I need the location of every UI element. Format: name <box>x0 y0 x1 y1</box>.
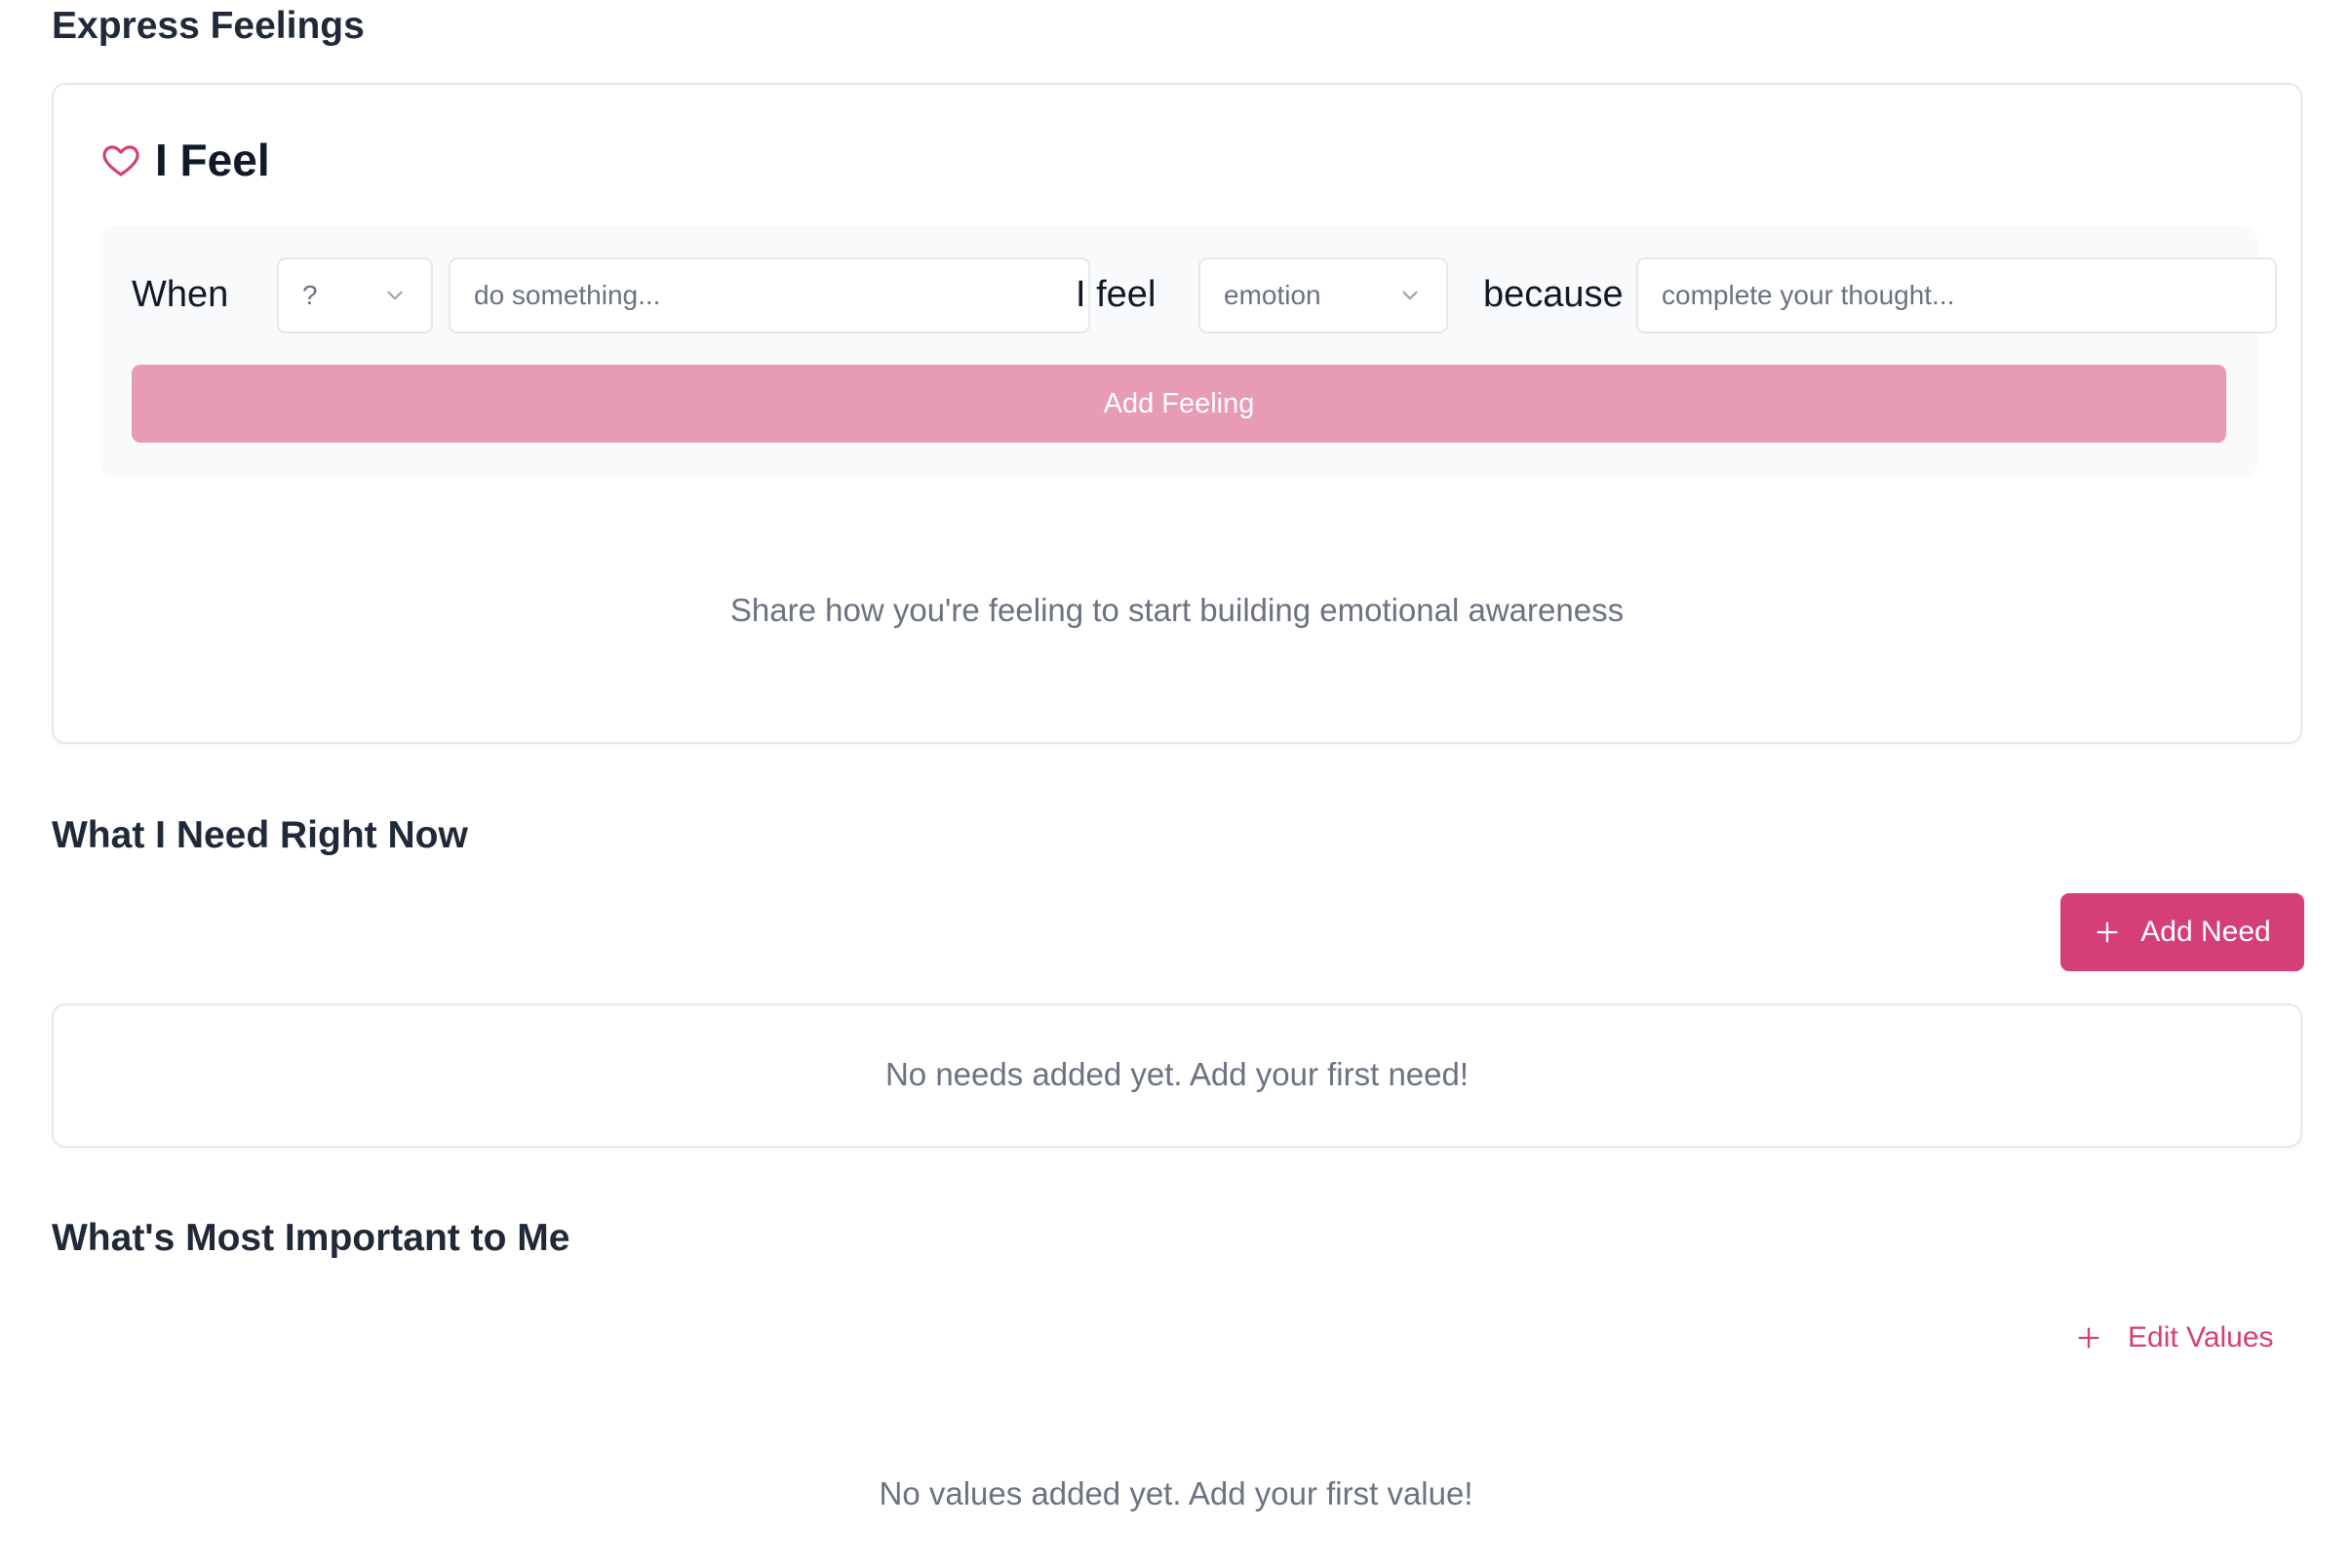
values-empty-message: No values added yet. Add your first valu… <box>879 1475 1473 1511</box>
when-select-value: ? <box>302 280 318 310</box>
feeling-composer: When ? I feel emotion because Add Feelin… <box>100 226 2277 477</box>
i-feel-title: I Feel <box>155 135 270 185</box>
feelings-empty-message: Share how you're feeling to start buildi… <box>729 592 1625 628</box>
emotion-select-value: emotion <box>1224 280 1321 310</box>
because-input[interactable] <box>1636 257 2277 333</box>
action-input[interactable] <box>449 257 1090 333</box>
edit-values-label: Edit Values <box>2128 1321 2274 1353</box>
when-select[interactable]: ? <box>277 257 433 333</box>
needs-title: What I Need Right Now <box>52 814 468 856</box>
plus-icon <box>2078 1327 2099 1349</box>
add-need-button[interactable]: Add Need <box>2060 893 2304 971</box>
needs-card: No needs added yet. Add your first need! <box>52 1003 2302 1148</box>
emotion-select[interactable]: emotion <box>1198 257 1448 333</box>
i-feel-label: I feel <box>1076 274 1156 315</box>
because-label: because <box>1483 274 1624 315</box>
plus-icon <box>2097 921 2118 943</box>
chevron-down-icon <box>387 291 403 300</box>
add-feeling-button[interactable]: Add Feeling <box>132 365 2226 443</box>
add-need-label: Add Need <box>2140 916 2271 948</box>
express-feelings-title: Express Feelings <box>52 5 365 47</box>
chevron-down-icon <box>1402 291 1418 300</box>
i-feel-card: I Feel When ? I feel emotion because Add… <box>52 83 2302 744</box>
heart-icon <box>102 145 139 176</box>
needs-empty-message: No needs added yet. Add your first need! <box>884 1056 1470 1092</box>
edit-values-button[interactable]: Edit Values <box>2075 1311 2274 1365</box>
i-feel-heading: I Feel <box>100 134 270 186</box>
values-title: What's Most Important to Me <box>52 1217 570 1259</box>
when-label: When <box>132 274 229 315</box>
